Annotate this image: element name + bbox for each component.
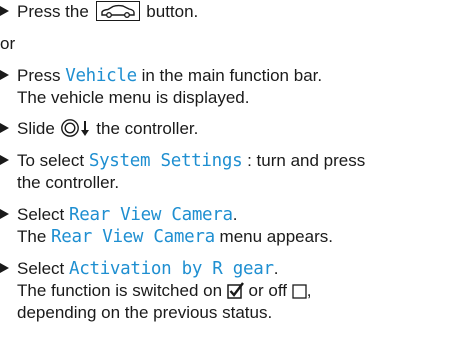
bullet-triangle-icon (0, 209, 9, 219)
menu-item-rear-view-camera: Rear View Camera (68, 205, 233, 225)
step-text: . (232, 205, 238, 224)
car-button-icon (95, 1, 140, 21)
step-select-rear-view-camera: Select Rear View Camera. (0, 204, 238, 226)
step-select-activation: Select Activation by R gear. (0, 258, 278, 280)
bullet-triangle-icon (0, 6, 9, 16)
step-result: The Rear View Camera menu appears. (17, 226, 333, 248)
menu-name-rear-view-camera: Rear View Camera (51, 227, 215, 247)
menu-item-activation-by-r-gear: Activation by R gear (68, 259, 274, 279)
step-text: menu appears. (219, 227, 333, 246)
step-text: Press (17, 66, 61, 85)
step-text: : turn and press (247, 151, 366, 170)
step-text: the controller. (96, 119, 199, 138)
menu-item-system-settings: System Settings (88, 151, 243, 171)
menu-item-vehicle: Vehicle (65, 66, 137, 86)
step-select-system-settings: To select System Settings : turn and pre… (0, 150, 365, 172)
controller-slide-down-icon (60, 119, 89, 137)
checked-box-icon (227, 282, 244, 299)
step-text: depending on the previous status. (17, 303, 273, 322)
step-press-car-button: Press the button. (0, 1, 198, 22)
step-text: button. (146, 2, 199, 21)
step-text: Press the (17, 2, 89, 21)
step-text: Slide (17, 119, 55, 138)
step-text: The (17, 227, 47, 246)
step-text: , (306, 281, 312, 300)
step-text: or off (248, 281, 287, 300)
bullet-triangle-icon (0, 263, 9, 273)
step-text: Select (17, 259, 65, 278)
step-slide-controller: Slide the controller. (0, 118, 198, 139)
or-separator: or (0, 34, 16, 53)
step-text: . (273, 259, 279, 278)
step-press-vehicle: Press Vehicle in the main function bar. (0, 65, 322, 87)
empty-box-icon (292, 284, 307, 299)
step-text: The function is switched on (17, 281, 223, 300)
step-result: The function is switched on or off , (17, 280, 311, 301)
step-text: the controller. (17, 173, 120, 192)
step-result: The vehicle menu is displayed. (17, 88, 250, 107)
step-text: in the main function bar. (141, 66, 323, 85)
step-text: To select (17, 151, 85, 170)
bullet-triangle-icon (0, 155, 9, 165)
bullet-triangle-icon (0, 123, 9, 133)
bullet-triangle-icon (0, 70, 9, 80)
step-text: Select (17, 205, 65, 224)
